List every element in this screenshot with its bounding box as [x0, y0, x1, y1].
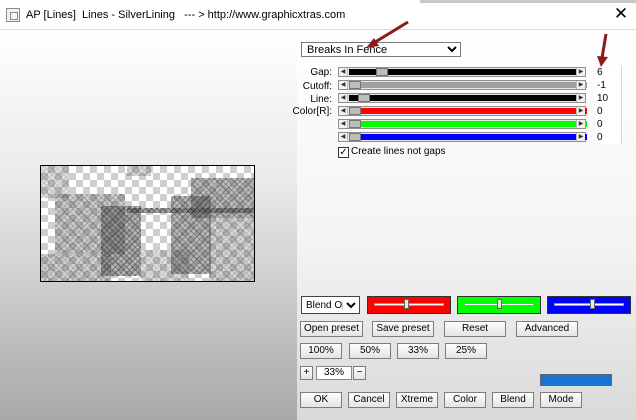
scroll-right-icon[interactable]: ▶ — [576, 94, 585, 102]
zoom-25-button[interactable]: 25% — [445, 343, 487, 359]
zoom-out-button[interactable]: − — [353, 366, 366, 380]
reset-button[interactable]: Reset — [444, 321, 506, 337]
cutoff-fill — [361, 82, 587, 88]
cutoff-value[interactable]: -1 — [596, 79, 622, 92]
close-icon[interactable]: ✕ — [612, 5, 630, 23]
color-button[interactable]: Color — [444, 392, 486, 408]
scroll-left-icon[interactable]: ◀ — [339, 68, 348, 76]
cutoff-slider[interactable]: ◀ ▶ — [338, 80, 587, 90]
scroll-right-icon[interactable]: ▶ — [576, 107, 585, 115]
background-window-strip — [420, 0, 636, 3]
cutoff-label: Cutoff: — [302, 81, 332, 92]
scroll-right-icon[interactable]: ▶ — [576, 81, 585, 89]
color-r-fill — [361, 108, 587, 114]
preview-image[interactable] — [40, 165, 255, 282]
scroll-left-icon[interactable]: ◀ — [339, 107, 348, 115]
blend-swatch-green[interactable] — [457, 296, 541, 314]
annotation-arrow-icon — [366, 20, 409, 48]
window-title: AP [Lines] Lines - SilverLining --- > ht… — [26, 9, 346, 21]
color-r-thumb[interactable] — [349, 107, 361, 115]
blend-button[interactable]: Blend — [492, 392, 534, 408]
save-preset-button[interactable]: Save preset — [372, 321, 434, 337]
blend-swatch-blue[interactable] — [547, 296, 631, 314]
swatch-knob[interactable] — [590, 299, 595, 309]
scroll-left-icon[interactable]: ◀ — [339, 81, 348, 89]
color-g-thumb[interactable] — [349, 120, 361, 128]
xtreme-button[interactable]: Xtreme — [396, 392, 438, 408]
color-g-fill — [361, 121, 587, 127]
mode-button[interactable]: Mode — [540, 392, 582, 408]
ok-button[interactable]: OK — [300, 392, 342, 408]
color-indicator — [540, 374, 612, 386]
zoom-value[interactable]: 33% — [316, 366, 352, 380]
swatch-track — [554, 303, 624, 306]
app-icon — [6, 8, 20, 22]
swatch-knob[interactable] — [497, 299, 502, 309]
scroll-left-icon[interactable]: ◀ — [339, 133, 348, 141]
color-g-slider[interactable]: ◀ ▶ — [338, 119, 587, 129]
zoom-33-button[interactable]: 33% — [397, 343, 439, 359]
zoom-in-button[interactable]: + — [300, 366, 313, 380]
line-fill — [349, 95, 577, 101]
gap-thumb[interactable] — [376, 68, 388, 76]
annotation-arrow-icon — [597, 33, 608, 67]
swatch-knob[interactable] — [404, 299, 409, 309]
advanced-button[interactable]: Advanced — [516, 321, 578, 337]
color-r-slider[interactable]: ◀ ▶ — [338, 106, 587, 116]
cutoff-thumb[interactable] — [349, 81, 361, 89]
scroll-left-icon[interactable]: ◀ — [339, 94, 348, 102]
blend-options-dropdown[interactable]: Blend Optio — [301, 296, 360, 314]
color-r-value[interactable]: 0 — [596, 105, 622, 118]
cancel-button[interactable]: Cancel — [348, 392, 390, 408]
blend-swatch-red[interactable] — [367, 296, 451, 314]
line-thumb[interactable] — [358, 94, 370, 102]
color-r-label: Color[R]: — [292, 106, 332, 117]
zoom-100-button[interactable]: 100% — [300, 343, 342, 359]
open-preset-button[interactable]: Open preset — [300, 321, 363, 337]
zoom-50-button[interactable]: 50% — [349, 343, 391, 359]
gap-label: Gap: — [310, 67, 332, 78]
color-b-thumb[interactable] — [349, 133, 361, 141]
line-label: Line: — [310, 94, 332, 105]
scroll-right-icon[interactable]: ▶ — [576, 133, 585, 141]
create-lines-label[interactable]: Create lines not gaps — [351, 146, 446, 157]
line-slider[interactable]: ◀ ▶ — [338, 93, 586, 103]
scroll-left-icon[interactable]: ◀ — [339, 120, 348, 128]
line-value[interactable]: 10 — [596, 92, 622, 105]
color-g-value[interactable]: 0 — [596, 118, 622, 131]
color-b-slider[interactable]: ◀ ▶ — [338, 132, 587, 142]
create-lines-checkbox[interactable]: ✓ — [338, 147, 349, 158]
color-b-value[interactable]: 0 — [596, 131, 622, 144]
swatch-track — [374, 303, 444, 306]
scroll-right-icon[interactable]: ▶ — [576, 68, 585, 76]
color-b-fill — [361, 134, 587, 140]
scroll-right-icon[interactable]: ▶ — [576, 120, 585, 128]
gap-slider[interactable]: ◀ ▶ — [338, 67, 586, 77]
